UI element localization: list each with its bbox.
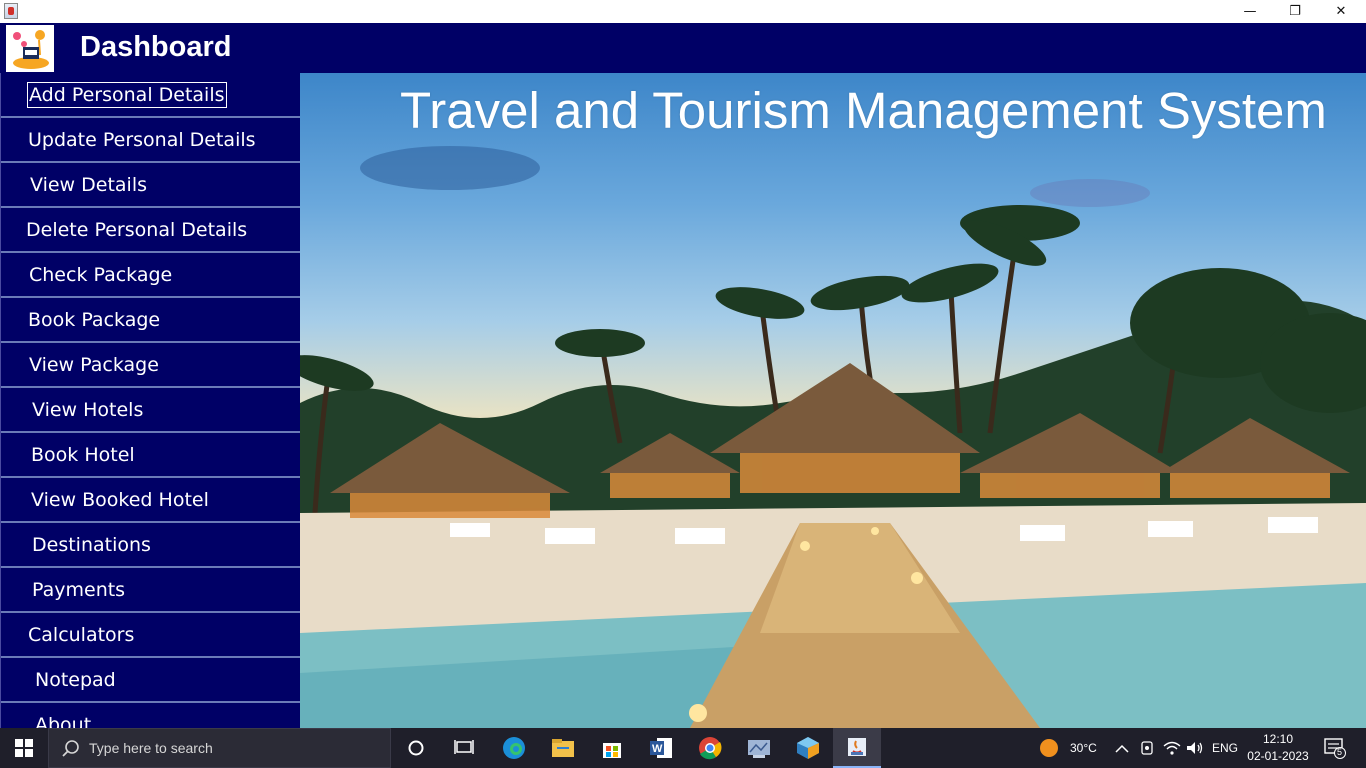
sidebar-item-add-personal-details[interactable]: Add Personal Details: [1, 73, 300, 118]
sidebar-item-payments[interactable]: Payments: [1, 568, 300, 613]
sidebar-item-calculators[interactable]: Calculators: [1, 613, 300, 658]
windows-logo-icon: [15, 739, 33, 757]
taskbar-search-input[interactable]: Type here to search: [48, 728, 391, 768]
cortana-icon[interactable]: [392, 728, 440, 768]
sidebar-item-label: Payments: [32, 579, 126, 601]
screen-capture-icon[interactable]: [735, 728, 783, 768]
java-app-icon: [4, 3, 18, 19]
meet-now-icon[interactable]: [1140, 728, 1154, 768]
chrome-icon[interactable]: [686, 728, 734, 768]
sidebar-item-view-booked-hotel[interactable]: View Booked Hotel: [1, 478, 300, 523]
taskbar-clock[interactable]: 12:10 02-01-2023: [1240, 731, 1316, 765]
page-title: Dashboard: [80, 31, 232, 63]
svg-text:W: W: [652, 743, 663, 755]
sidebar-item-destinations[interactable]: Destinations: [1, 523, 300, 568]
sidebar-item-label: Calculators: [28, 624, 135, 646]
show-hidden-icons-button[interactable]: [1115, 728, 1129, 768]
sidebar-item-label: Destinations: [32, 534, 151, 556]
dashboard-header: Dashboard: [0, 23, 1366, 73]
sidebar-item-label: Check Package: [29, 264, 173, 286]
volume-icon[interactable]: [1186, 728, 1204, 768]
notification-icon: [1324, 738, 1346, 759]
close-button[interactable]: ✕: [1318, 0, 1364, 23]
travel-logo-icon: [6, 25, 54, 72]
sidebar-item-book-hotel[interactable]: Book Hotel: [1, 433, 300, 478]
sidebar-item-label: Book Package: [28, 309, 161, 331]
sidebar-item-view-details[interactable]: View Details: [1, 163, 300, 208]
wifi-icon[interactable]: [1163, 728, 1181, 768]
sidebar-item-label: View Package: [29, 354, 159, 376]
sidebar-item-label: About: [35, 714, 92, 728]
weather-widget[interactable]: 30°C: [1038, 728, 1097, 768]
sidebar-item-label: Book Hotel: [31, 444, 135, 466]
window-title-bar: — ❐ ✕: [0, 0, 1366, 23]
edge-browser-icon[interactable]: [490, 728, 538, 768]
system-title: Travel and Tourism Management System: [400, 82, 1327, 139]
resort-scene-illustration: [300, 146, 1366, 728]
notification-center-button[interactable]: 5: [1324, 728, 1346, 768]
search-placeholder: Type here to search: [89, 740, 213, 756]
sidebar-menu: Add Personal Details Update Personal Det…: [0, 73, 300, 728]
sidebar-item-label: Update Personal Details: [28, 129, 256, 151]
minimize-button[interactable]: —: [1227, 0, 1273, 23]
notification-count: 5: [1337, 747, 1343, 757]
search-icon: [62, 740, 79, 757]
sidebar-item-label: Delete Personal Details: [26, 219, 248, 241]
file-explorer-icon[interactable]: [539, 728, 587, 768]
sidebar-item-about[interactable]: About: [1, 703, 300, 728]
sun-icon: [1040, 739, 1058, 757]
sidebar-item-label: Add Personal Details: [27, 82, 227, 108]
task-view-icon[interactable]: [440, 728, 488, 768]
windows-taskbar: Type here to search W 30°C ENG 12:10 02-…: [0, 728, 1366, 768]
resort-background-image: Travel and Tourism Management System: [300, 73, 1366, 728]
start-button[interactable]: [0, 728, 48, 768]
sidebar-item-check-package[interactable]: Check Package: [1, 253, 300, 298]
sidebar-item-delete-personal-details[interactable]: Delete Personal Details: [1, 208, 300, 253]
sidebar-item-label: View Details: [30, 174, 147, 196]
weather-temperature: 30°C: [1070, 741, 1097, 755]
virtualbox-icon[interactable]: [784, 728, 832, 768]
clock-date: 02-01-2023: [1247, 749, 1309, 763]
sidebar-item-notepad[interactable]: Notepad: [1, 658, 300, 703]
sidebar-item-label: Notepad: [35, 669, 116, 691]
chevron-up-icon: [1115, 744, 1129, 753]
sidebar-item-view-package[interactable]: View Package: [1, 343, 300, 388]
java-app-taskbar-icon[interactable]: [833, 728, 881, 768]
sidebar-item-update-personal-details[interactable]: Update Personal Details: [1, 118, 300, 163]
language-indicator[interactable]: ENG: [1212, 728, 1238, 768]
language-label: ENG: [1212, 741, 1239, 755]
sidebar-item-label: View Hotels: [32, 399, 144, 421]
sidebar-item-label: View Booked Hotel: [31, 489, 209, 511]
microsoft-store-icon[interactable]: [588, 728, 636, 768]
word-icon[interactable]: W: [637, 728, 685, 768]
sidebar-item-book-package[interactable]: Book Package: [1, 298, 300, 343]
restore-button[interactable]: ❐: [1272, 0, 1318, 23]
sidebar-item-view-hotels[interactable]: View Hotels: [1, 388, 300, 433]
clock-time: 12:10: [1262, 732, 1294, 746]
